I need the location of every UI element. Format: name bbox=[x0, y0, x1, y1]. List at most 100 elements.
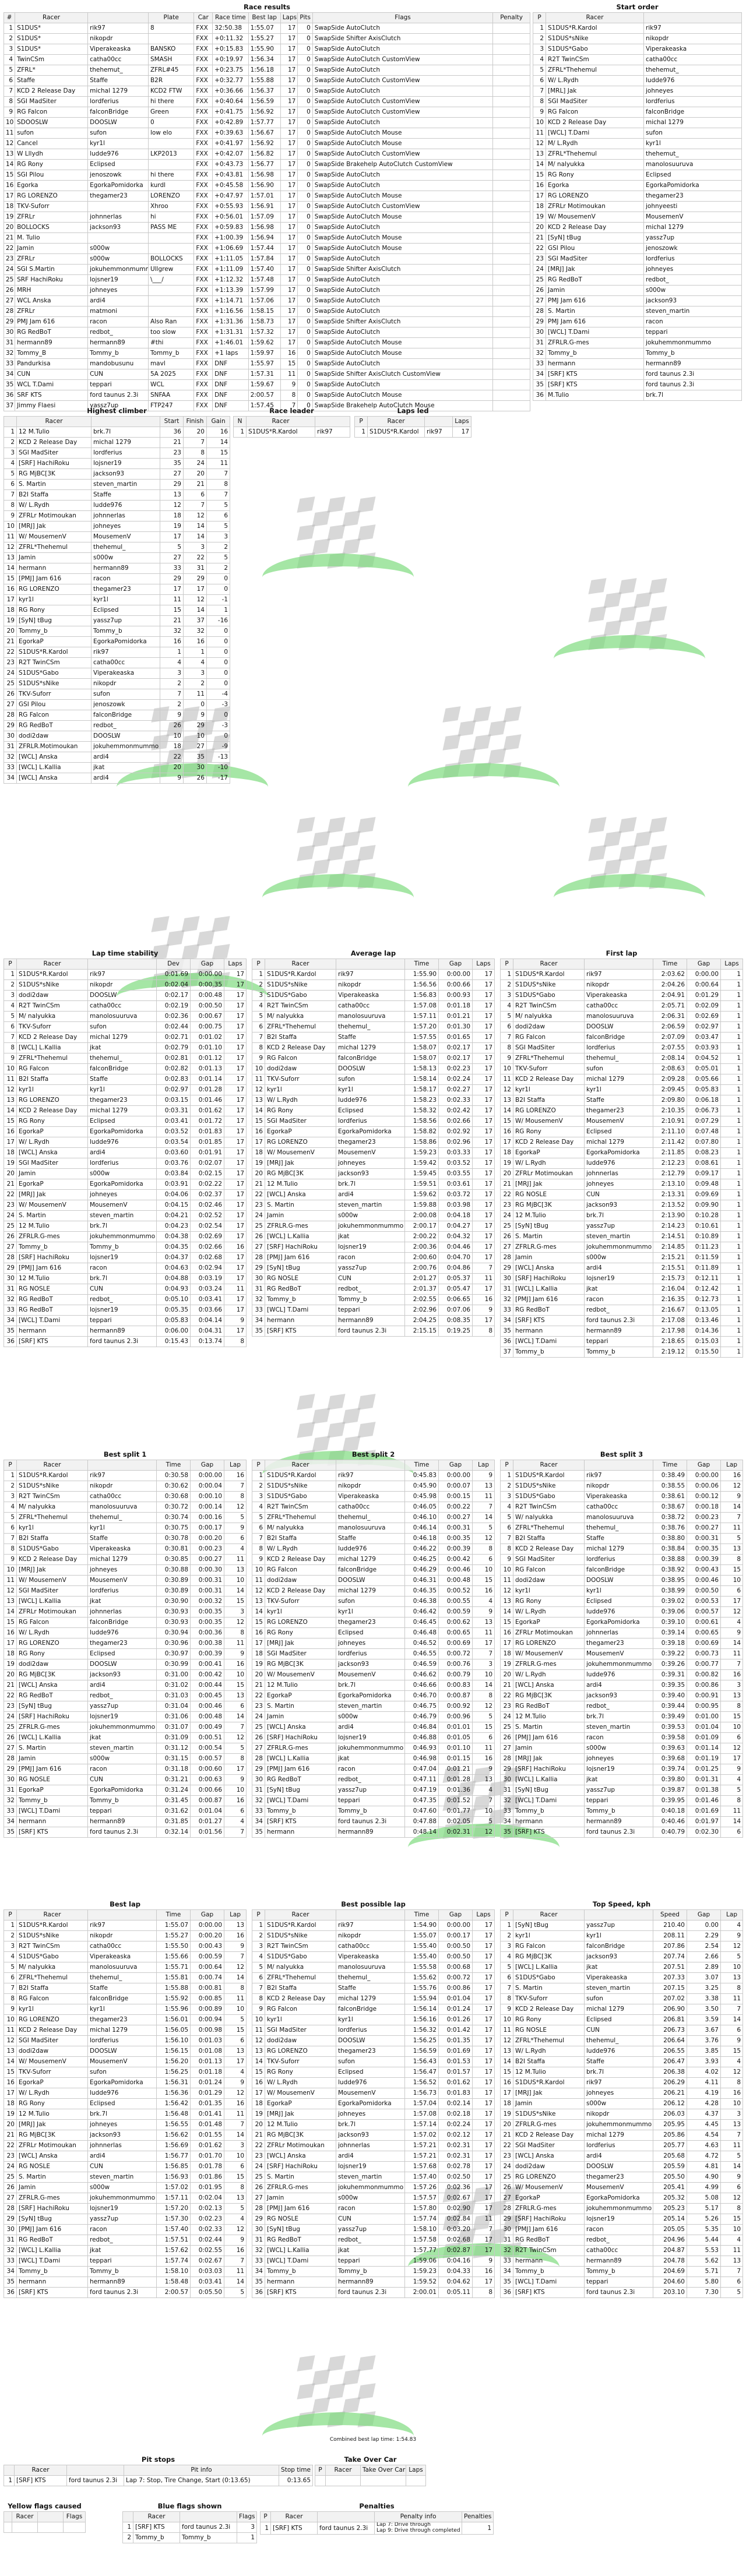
table-cell: ZFRLR.G-mes bbox=[265, 2182, 336, 2193]
table-cell: 7 bbox=[720, 2004, 744, 2015]
table-cell: 9 bbox=[223, 2235, 247, 2246]
table-cell: SwapSide AutoClutch bbox=[312, 253, 494, 265]
table-cell: 0 bbox=[183, 699, 207, 710]
table-cell: falconBridge bbox=[584, 1564, 653, 1576]
table-cell: sufon bbox=[87, 128, 149, 139]
table-cell: rik97 bbox=[91, 647, 160, 658]
table-cell: 0 bbox=[297, 54, 313, 65]
table-cell: 13 bbox=[223, 2046, 247, 2057]
column-header: Laps bbox=[280, 12, 298, 23]
table-cell: 0:04.93 bbox=[156, 1284, 191, 1295]
table-cell: 19 bbox=[252, 2109, 265, 2120]
table-row: 12 kyr1l kyr1l 0:38.99 0:00.50 6 bbox=[500, 1585, 744, 1597]
table-row: 2 S1DUS*sNike nikopdr 1:56.56 0:00.66 17 bbox=[252, 979, 495, 991]
table-row: 24 S. Martin steven_martin 0:04.21 0:02.52 17 bbox=[3, 1210, 247, 1221]
table-row: 11 RG NOSLE CUN 206.73 3.67 6 bbox=[500, 2025, 744, 2036]
table-cell: 1:57.77 bbox=[404, 2245, 439, 2256]
table-cell: Also Ran bbox=[147, 316, 195, 327]
table-cell: 30 bbox=[252, 1273, 265, 1284]
column-header bbox=[336, 1909, 405, 1920]
table-cell: RG Rony bbox=[513, 1596, 585, 1607]
table-cell: RG LORENZO bbox=[265, 1617, 336, 1628]
table-cell: S1DUS*Gabo bbox=[16, 668, 92, 679]
table-row: 29 RG RedBoT redbot_ 26 29 -3 bbox=[3, 720, 231, 731]
column-header: Time bbox=[653, 958, 687, 970]
checkered-flag-icon bbox=[297, 2355, 380, 2432]
table-cell: 7 bbox=[223, 1722, 247, 1733]
table-cell: 13 bbox=[3, 552, 17, 563]
table-cell: jkat bbox=[584, 1774, 653, 1785]
table-cell: 28 bbox=[500, 1252, 513, 1263]
table-cell: 29 bbox=[3, 1263, 17, 1274]
table-row: 4 S1DUS*Gabo Viperakeaska 1:55.40 0:00.50 17 bbox=[252, 1951, 495, 1962]
table-cell: 18 bbox=[3, 1147, 17, 1158]
table-cell: 4 bbox=[223, 1544, 247, 1555]
table-cell: +0:43.81 bbox=[212, 170, 249, 181]
table-cell: kyr1l bbox=[16, 1523, 88, 1534]
table-cell: 1:57.09 bbox=[248, 212, 281, 223]
table-cell: Tommy_b bbox=[584, 2266, 653, 2277]
table-cell: 0:00.85 bbox=[190, 1993, 224, 2004]
table-cell: 16 bbox=[720, 1669, 744, 1680]
table-row: 34 Tommy_b Tommy_b 1:59.23 0:04.33 16 bbox=[252, 2266, 495, 2277]
table-cell: 1 bbox=[122, 2522, 133, 2533]
table-cell: 4.99 bbox=[687, 2182, 721, 2193]
table-cell: lojsner19 bbox=[87, 1252, 157, 1263]
table-cell: lordferius bbox=[643, 253, 742, 265]
table-cell: thehemul_ bbox=[584, 1523, 653, 1534]
table-cell: MRH bbox=[15, 285, 89, 296]
table-cell: KCD 2 Release Day bbox=[16, 1554, 88, 1565]
table-cell: 0 bbox=[297, 232, 313, 244]
table-cell: MousemenV bbox=[584, 1648, 653, 1659]
table-row: 13 dodi2daw DOOSLW 1:56.15 0:01.08 13 bbox=[3, 2046, 247, 2057]
laps-led-section: Laps led P Racer Laps 1 S1DUS*R.Kardol rik97… bbox=[354, 406, 472, 438]
table-cell: 34 bbox=[3, 1816, 17, 1827]
table-cell: [SRF] KTS bbox=[513, 2287, 585, 2298]
table-cell: 17 bbox=[471, 1200, 495, 1211]
table-cell: 1:56.90 bbox=[248, 180, 281, 191]
table-row: 21 RG MjBC[3K jackson93 1:56.62 0:01.55 14 bbox=[3, 2130, 247, 2141]
table-cell: 13 bbox=[252, 1596, 265, 1607]
table-cell: 1:56.14 bbox=[404, 2004, 439, 2015]
table-cell: [WCL] Anska bbox=[513, 1263, 585, 1274]
table-cell: 28 bbox=[3, 710, 17, 721]
table-cell: 12 M.Tulio bbox=[513, 1711, 585, 1722]
table-cell: jackson93 bbox=[87, 222, 149, 233]
table-cell: racon bbox=[87, 2224, 157, 2235]
table-row: 4 R2T TwinCSm catha00cc 1:57.08 0:01.18 17 bbox=[252, 1000, 495, 1012]
table-cell: 14 bbox=[223, 1585, 247, 1597]
table-cell: Tommy_b bbox=[513, 2266, 585, 2277]
table-cell: M/ nalyukka bbox=[265, 1962, 336, 1973]
table-cell: 2:00.60 bbox=[404, 1252, 439, 1263]
table-cell: 0:00.65 bbox=[438, 1627, 473, 1638]
table-row: 10 SDOOSLW DOOSLW 0 FXX +0:42.89 1:57.77 17 0 Swa… bbox=[3, 117, 530, 128]
table-cell: 31 bbox=[500, 1284, 513, 1295]
table-row: 23 [WCL] Anska ardi4 1:57.21 0:02.31 17 bbox=[252, 2151, 495, 2162]
table-row: 17 W/ MousemenV MousemenV 1:56.73 0:01.83 17 bbox=[252, 2088, 495, 2099]
table-cell: 0 bbox=[297, 201, 313, 212]
table-cell: 0:40.79 bbox=[653, 1827, 687, 1838]
table-cell: SwapSide AutoClutch bbox=[312, 379, 494, 390]
table-row: 18 TKV-Suforr Xhroo FXX +0:55.93 1:56.91 17 0 Sw… bbox=[3, 201, 530, 212]
table-cell: 14 bbox=[223, 2277, 247, 2288]
table-cell: 0:07.29 bbox=[687, 1116, 721, 1127]
table-cell: ZFRL*Thehemul bbox=[265, 1021, 336, 1032]
table-row: 15 W/ MousemenV MousemenV 2:10.91 0:07.29 1 bbox=[500, 1116, 744, 1127]
table-cell: WCL bbox=[147, 379, 195, 390]
table-cell: 10 bbox=[3, 2014, 17, 2025]
table-cell: 3 bbox=[160, 668, 184, 679]
table-cell: 0:38.72 bbox=[653, 1512, 687, 1523]
table-cell: 0:38.67 bbox=[653, 1502, 687, 1513]
table-cell: 1:56.85 bbox=[156, 2161, 191, 2172]
table-cell: falconBridge bbox=[336, 1053, 405, 1064]
table-cell: 1:56.43 bbox=[404, 2056, 439, 2067]
table-cell: ludde976 bbox=[87, 1137, 157, 1148]
table-row: 36 M.Tulio brk.7l bbox=[533, 390, 742, 401]
table-cell: dodi2daw bbox=[513, 2161, 585, 2172]
table-cell: Staffe bbox=[336, 1032, 405, 1043]
table-cell: 2:17.08 bbox=[653, 1315, 687, 1326]
table-row: 21 M. Tulio FXX +1:00.39 1:56.94 17 0 SwapSide … bbox=[3, 232, 530, 244]
table-cell: W/ L.Rydh bbox=[265, 2077, 336, 2088]
table-cell: 10 bbox=[500, 1063, 513, 1074]
table-row: 2 S1DUS* nikopdr FXX +0:11.32 1:55.27 17 0 SwapS… bbox=[3, 33, 530, 44]
